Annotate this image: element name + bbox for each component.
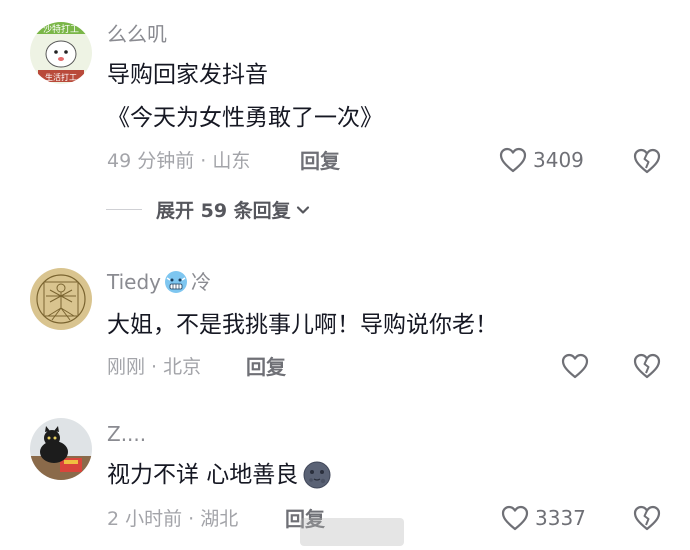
dislike-button[interactable] <box>632 147 662 177</box>
reply-button[interactable]: 回复 <box>300 148 340 174</box>
dislike-button[interactable] <box>632 504 662 534</box>
avatar-image <box>30 418 92 480</box>
like-button[interactable] <box>561 353 595 379</box>
comment-text-line-1: 导购回家发抖音 <box>107 62 268 88</box>
broken-heart-icon <box>633 148 661 174</box>
cold-face-emoji-icon <box>165 271 187 293</box>
watermark-overlay <box>300 518 404 546</box>
avatar-text-bottom: 生活打工 <box>45 72 77 82</box>
comment-meta: 刚刚 · 北京 <box>107 356 202 378</box>
heart-icon <box>501 505 529 531</box>
expand-replies-button[interactable]: 展开 59 条回复 <box>106 196 311 223</box>
broken-heart-icon <box>633 505 661 531</box>
like-button[interactable]: 3409 <box>499 147 584 173</box>
expand-replies-label: 展开 59 条回复 <box>156 200 291 222</box>
divider-line <box>106 209 142 210</box>
heart-icon <box>499 147 527 173</box>
reply-button[interactable]: 回复 <box>246 354 286 380</box>
avatar[interactable]: 沙特打工 生活打工 <box>30 22 92 84</box>
dislike-button[interactable] <box>632 352 662 382</box>
comment-text: 视力不详 心地善良 <box>107 462 299 488</box>
like-button[interactable]: 3337 <box>501 505 586 531</box>
username[interactable]: Tiedy 冷 <box>107 269 211 295</box>
like-count: 3409 <box>533 148 584 172</box>
avatar-text-top: 沙特打工 <box>43 23 79 35</box>
broken-heart-icon <box>633 353 661 379</box>
username[interactable]: Z.... <box>107 421 146 447</box>
comment-meta: 49 分钟前 · 山东 <box>107 150 251 172</box>
avatar[interactable] <box>30 268 92 330</box>
avatar-image <box>30 268 92 330</box>
comment-text-line-2: 《今天为女性勇敢了一次》 <box>107 105 383 131</box>
comment-text-line-1: 视力不详 心地善良 <box>107 460 332 490</box>
avatar[interactable] <box>30 418 92 480</box>
comment-text-line-1: 大姐，不是我挑事儿啊！导购说你老！ <box>107 312 498 338</box>
heart-icon <box>561 353 589 379</box>
moon-face-emoji-icon <box>303 461 331 489</box>
username[interactable]: 么么叽 <box>107 21 167 47</box>
comment-meta: 2 小时前 · 湖北 <box>107 508 239 530</box>
username-suffix: 冷 <box>191 270 211 294</box>
username-text: Tiedy <box>107 270 161 294</box>
chevron-down-icon <box>296 205 309 214</box>
avatar-image: 沙特打工 生活打工 <box>30 22 92 84</box>
like-count: 3337 <box>535 506 586 530</box>
